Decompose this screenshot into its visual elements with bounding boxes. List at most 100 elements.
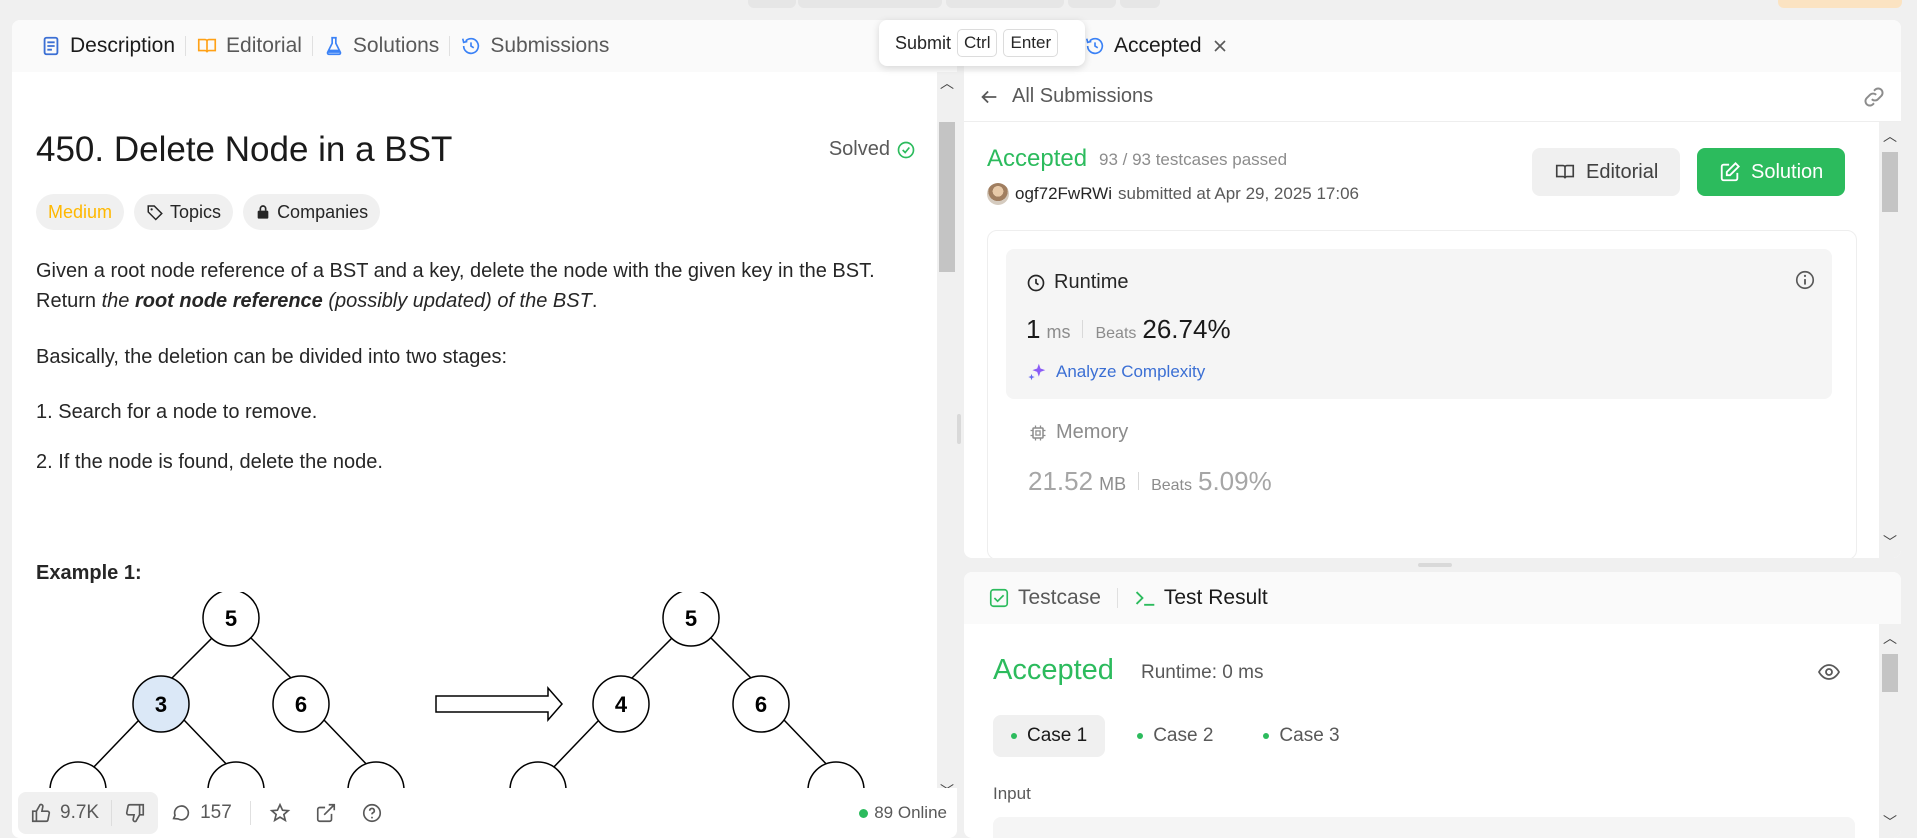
toolbar-button-ghost [1120, 0, 1160, 8]
arrow-left-icon[interactable] [978, 86, 1000, 108]
left-tab-bar: Description Editorial Solutions Submissi… [12, 20, 957, 72]
test-status: Accepted [993, 654, 1114, 686]
runtime-box[interactable]: Runtime 1 ms Beats 26.74% Analyze Comple… [1006, 249, 1832, 399]
test-result-panel: Testcase Test Result Accepted Runtime: 0… [964, 572, 1901, 838]
submitter-line: ogf72FwRWi submitted at Apr 29, 2025 17:… [987, 183, 1359, 205]
footer-divider [249, 801, 251, 825]
scroll-down-icon[interactable]: ﹀ [1883, 532, 1897, 552]
tab-label: Accepted [1114, 34, 1202, 57]
info-icon[interactable] [1794, 269, 1816, 291]
comments-button[interactable]: 157 [158, 793, 244, 833]
tree-node-label: 5 [225, 606, 237, 631]
value-divider [1082, 320, 1084, 338]
username[interactable]: ogf72FwRWi [1015, 184, 1112, 204]
eye-icon[interactable] [1817, 660, 1841, 684]
close-icon[interactable] [1210, 36, 1230, 56]
like-button[interactable]: 9.7K [18, 793, 111, 833]
tab-description[interactable]: Description [30, 34, 185, 58]
case-status-dot [1263, 733, 1270, 739]
companies-chip[interactable]: Companies [243, 194, 381, 230]
tab-solutions[interactable]: Solutions [313, 34, 449, 58]
case-status-dot [1011, 733, 1017, 739]
result-scrollbar[interactable]: ︿ ﹀ [1879, 624, 1901, 838]
toolbar-button-ghost [1068, 0, 1116, 8]
scroll-thumb[interactable] [939, 122, 955, 272]
tree-node-label: 4 [615, 692, 628, 717]
topics-chip[interactable]: Topics [134, 194, 234, 230]
document-icon [43, 36, 59, 56]
submit-label: Submit [895, 32, 952, 53]
scroll-up-icon[interactable]: ︿ [1883, 628, 1897, 648]
beats-label: Beats [1095, 325, 1137, 342]
avatar[interactable] [987, 183, 1009, 205]
checkbox-icon [989, 588, 1009, 608]
clock-icon [1027, 274, 1045, 291]
like-count: 9.7K [60, 802, 100, 823]
case-label: Case 3 [1279, 725, 1340, 746]
tab-editorial[interactable]: Editorial [186, 34, 312, 58]
runtime-value: 1 [1026, 314, 1041, 344]
editorial-button[interactable]: Editorial [1532, 148, 1681, 196]
submission-tab-bar: Accepted [964, 20, 1901, 72]
submission-panel: Accepted All Submissions Accepted 93 / 9… [964, 20, 1901, 558]
case-tab[interactable]: Case 1 [993, 715, 1106, 757]
tab-accepted[interactable]: Accepted [1084, 34, 1202, 58]
tree-node-label: 3 [155, 692, 167, 717]
submission-scrollbar[interactable]: ︿ ﹀ [1879, 122, 1901, 558]
memory-header[interactable]: Memory [1028, 421, 1128, 444]
chip-icon [1030, 425, 1046, 440]
toolbar-button-ghost [946, 0, 1064, 8]
all-submissions-link[interactable]: All Submissions [1012, 85, 1153, 108]
ctrl-key: Ctrl [957, 29, 998, 57]
analyze-label: Analyze Complexity [1056, 362, 1206, 381]
lock-icon [257, 205, 269, 219]
test-runtime: Runtime: 0 ms [1141, 662, 1264, 683]
share-button[interactable] [303, 793, 349, 833]
toolbar-button-ghost [798, 0, 942, 8]
solution-button[interactable]: Solution [1697, 148, 1846, 196]
online-count: 89 Online [874, 803, 947, 822]
test-tab-bar: Testcase Test Result [964, 572, 1901, 624]
star-icon [269, 802, 291, 823]
tab-submissions[interactable]: Submissions [450, 34, 619, 58]
tab-label: Solutions [352, 34, 440, 57]
analyze-complexity-link[interactable]: Analyze Complexity [1026, 361, 1205, 383]
edit-icon [1720, 161, 1741, 182]
horizontal-splitter[interactable] [1418, 563, 1452, 567]
scroll-thumb[interactable] [1882, 152, 1898, 212]
problem-tags: Medium Topics Companies [36, 194, 381, 230]
runtime-header: Runtime [1026, 271, 1128, 294]
topics-label: Topics [170, 201, 222, 222]
tab-label: Testcase [1018, 586, 1101, 609]
scroll-thumb[interactable] [1882, 654, 1898, 692]
help-button[interactable] [349, 793, 395, 833]
tab-test-result[interactable]: Test Result [1128, 586, 1274, 610]
problem-title: 450. Delete Node in a BST [36, 130, 453, 169]
case-label: Case 2 [1153, 725, 1214, 746]
dislike-button[interactable] [112, 793, 158, 833]
check-circle-icon [897, 141, 915, 158]
runtime-values: 1 ms Beats 26.74% [1026, 314, 1231, 345]
scroll-down-icon[interactable]: ﹀ [1883, 812, 1897, 832]
description-panel: Description Editorial Solutions Submissi… [12, 20, 957, 838]
case-tab[interactable]: Case 2 [1119, 715, 1231, 757]
beats-label: Beats [1151, 477, 1192, 494]
input-value-box[interactable] [993, 817, 1855, 838]
example-heading: Example 1: [36, 562, 142, 584]
favorite-button[interactable] [257, 793, 303, 833]
performance-card: Runtime 1 ms Beats 26.74% Analyze Comple… [987, 230, 1857, 558]
comment-icon [172, 805, 190, 821]
tab-testcase[interactable]: Testcase [982, 586, 1107, 610]
description-scrollbar[interactable]: ︿ ﹀ [937, 72, 957, 802]
step-item: 1. Search for a node to remove. [36, 401, 318, 423]
terminal-icon [1135, 591, 1155, 606]
scroll-up-icon[interactable]: ︿ [1883, 126, 1897, 146]
example-tree-diagram: 5 3 6 5 4 6 [49, 592, 865, 792]
vertical-splitter[interactable] [957, 414, 961, 444]
submission-status: Accepted [987, 145, 1088, 172]
case-tab[interactable]: Case 3 [1245, 715, 1357, 757]
scroll-up-icon[interactable]: ︿ [940, 76, 954, 90]
comment-count: 157 [200, 802, 232, 823]
tab-label: Editorial [226, 34, 302, 57]
link-icon[interactable] [1861, 84, 1887, 110]
